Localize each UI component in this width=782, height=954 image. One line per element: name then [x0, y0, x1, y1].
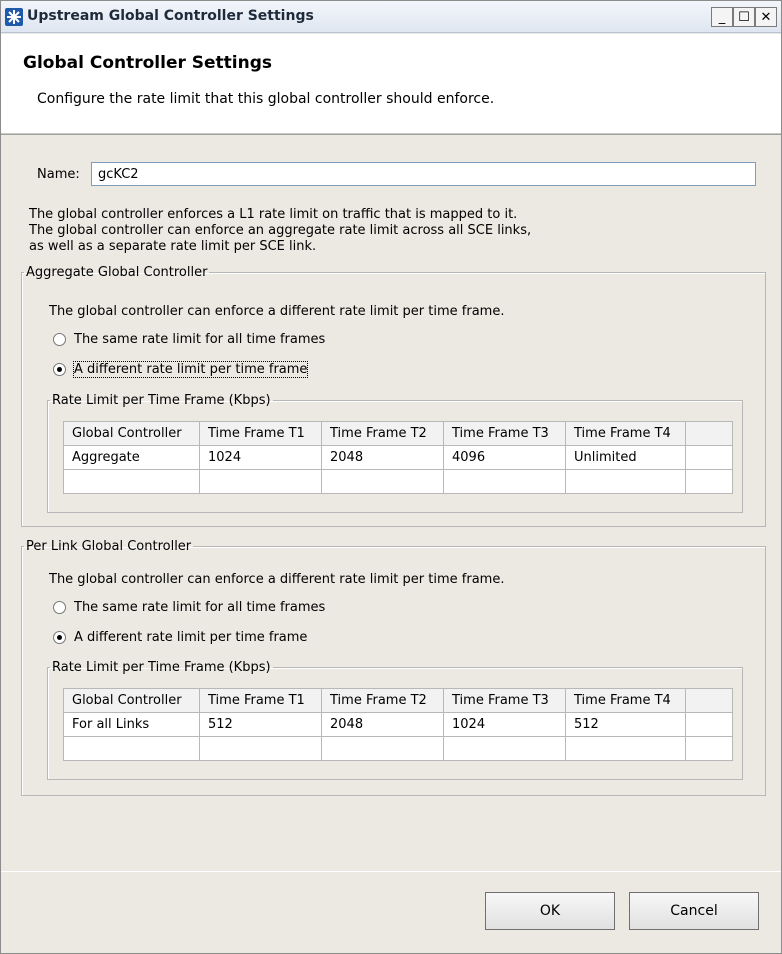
maximize-icon: ☐ — [738, 9, 750, 25]
window-title: Upstream Global Controller Settings — [27, 8, 314, 24]
table-cell[interactable]: Aggregate — [63, 445, 200, 470]
aggregate-table-title: Rate Limit per Time Frame (Kbps) — [52, 393, 271, 408]
column-header[interactable]: Time Frame T2 — [321, 421, 444, 446]
page-title: Global Controller Settings — [23, 53, 273, 73]
column-header-empty — [685, 688, 733, 713]
column-header[interactable]: Time Frame T1 — [199, 421, 322, 446]
minimize-button[interactable]: _ — [711, 7, 733, 27]
aggregate-radio-different[interactable]: A different rate limit per time frame — [53, 361, 309, 378]
close-icon: ✕ — [760, 9, 772, 25]
table-cell-empty — [685, 712, 733, 737]
per-link-group-title: Per Link Global Controller — [26, 539, 192, 554]
column-header[interactable]: Time Frame T3 — [443, 421, 566, 446]
table-cell[interactable]: 2048 — [321, 445, 444, 470]
radio-label: The same rate limit for all time frames — [74, 600, 326, 615]
cancel-button[interactable]: Cancel — [629, 892, 759, 930]
column-header[interactable]: Time Frame T3 — [443, 688, 566, 713]
table-cell[interactable]: 512 — [199, 712, 322, 737]
info-line: The global controller enforces a L1 rate… — [29, 207, 518, 222]
table-cell[interactable]: For all Links — [63, 712, 200, 737]
table-row-empty — [63, 736, 733, 761]
radio-label: A different rate limit per time frame — [74, 630, 308, 645]
table-cell[interactable]: 1024 — [199, 445, 322, 470]
radio-icon — [53, 333, 66, 346]
aggregate-group-title: Aggregate Global Controller — [26, 265, 208, 280]
table-cell-empty — [685, 445, 733, 470]
page-description: Configure the rate limit that this globa… — [37, 91, 495, 107]
table-cell[interactable]: 2048 — [321, 712, 444, 737]
per-link-radio-different[interactable]: A different rate limit per time frame — [53, 630, 307, 645]
dialog-window: Upstream Global Controller Settings _ ☐ … — [0, 0, 782, 954]
table-row-empty — [63, 469, 733, 494]
close-button[interactable]: ✕ — [755, 7, 777, 27]
aggregate-radio-same[interactable]: The same rate limit for all time frames — [53, 332, 325, 347]
minimize-icon: _ — [718, 9, 726, 25]
per-link-description: The global controller can enforce a diff… — [49, 572, 505, 587]
per-link-table-title: Rate Limit per Time Frame (Kbps) — [52, 660, 271, 675]
name-field[interactable] — [91, 162, 756, 186]
table-cell[interactable]: 1024 — [443, 712, 566, 737]
header-divider — [1, 134, 781, 135]
per-link-radio-same[interactable]: The same rate limit for all time frames — [53, 600, 325, 615]
footer-divider — [1, 871, 781, 872]
column-header[interactable]: Time Frame T4 — [565, 688, 686, 713]
table-cell[interactable]: 512 — [565, 712, 686, 737]
ok-button[interactable]: OK — [485, 892, 615, 930]
info-line: as well as a separate rate limit per SCE… — [29, 239, 317, 254]
maximize-button[interactable]: ☐ — [733, 7, 755, 27]
table-cell[interactable]: Unlimited — [565, 445, 686, 470]
name-label: Name: — [37, 167, 80, 182]
column-header[interactable]: Time Frame T2 — [321, 688, 444, 713]
radio-selected-icon — [53, 363, 66, 376]
column-header[interactable]: Global Controller — [63, 421, 200, 446]
info-text: The global controller enforces a L1 rate… — [29, 207, 629, 255]
table-header-row: Global Controller Time Frame T1 Time Fra… — [63, 421, 733, 446]
aggregate-description: The global controller can enforce a diff… — [49, 304, 505, 319]
table-row[interactable]: For all Links 512 2048 1024 512 — [63, 712, 733, 737]
header-banner: Global Controller Settings Configure the… — [1, 34, 781, 134]
column-header[interactable]: Time Frame T4 — [565, 421, 686, 446]
aggregate-rate-table: Global Controller Time Frame T1 Time Fra… — [63, 421, 733, 494]
title-bar[interactable]: Upstream Global Controller Settings _ ☐ … — [1, 1, 781, 33]
column-header[interactable]: Time Frame T1 — [199, 688, 322, 713]
window-controls: _ ☐ ✕ — [711, 7, 777, 27]
per-link-rate-table: Global Controller Time Frame T1 Time Fra… — [63, 688, 733, 761]
radio-label: The same rate limit for all time frames — [74, 332, 326, 347]
table-row[interactable]: Aggregate 1024 2048 4096 Unlimited — [63, 445, 733, 470]
column-header-empty — [685, 421, 733, 446]
table-header-row: Global Controller Time Frame T1 Time Fra… — [63, 688, 733, 713]
info-line: The global controller can enforce an agg… — [29, 223, 532, 238]
table-cell[interactable]: 4096 — [443, 445, 566, 470]
radio-icon — [53, 601, 66, 614]
radio-selected-icon — [53, 631, 66, 644]
radio-label: A different rate limit per time frame — [72, 361, 309, 378]
app-icon — [5, 8, 23, 26]
column-header[interactable]: Global Controller — [63, 688, 200, 713]
